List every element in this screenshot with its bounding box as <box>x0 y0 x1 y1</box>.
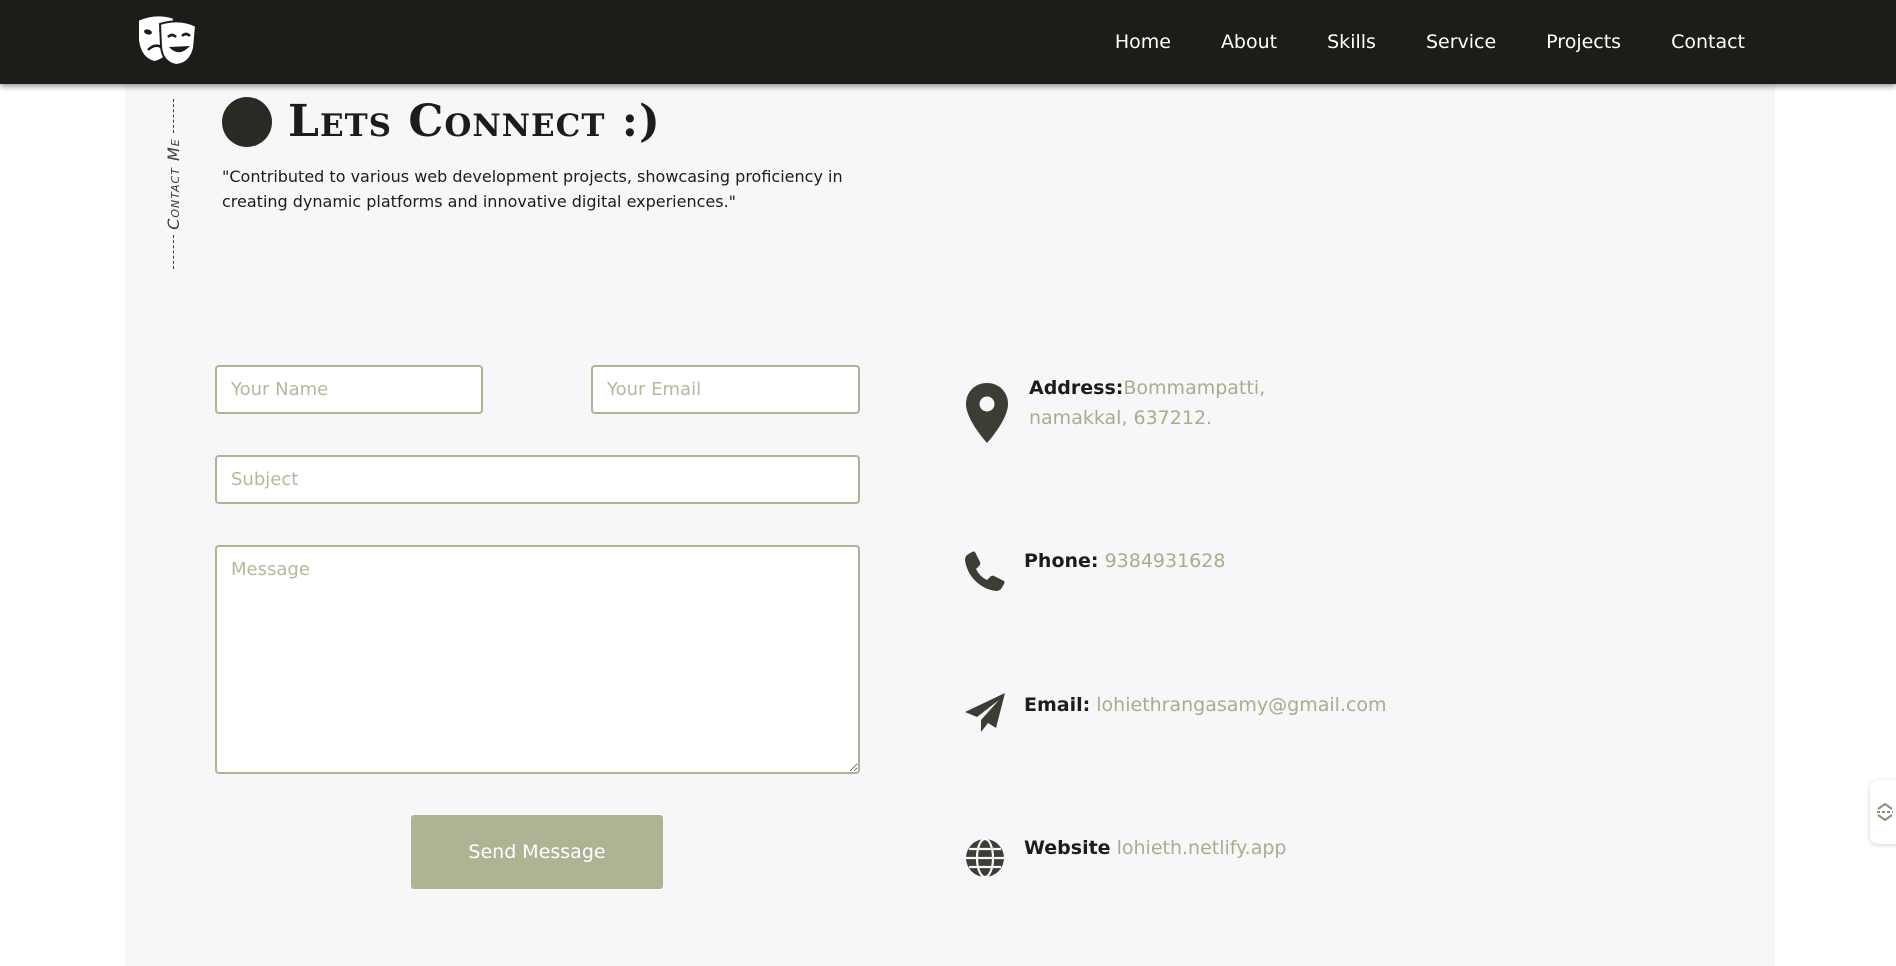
expand-arrows-icon <box>1877 802 1893 822</box>
page-title: Lets Connect :) <box>288 96 661 147</box>
phone-value[interactable]: 9384931628 <box>1105 550 1226 572</box>
section-heading: Lets Connect :) <box>222 96 661 147</box>
nav-skills-link[interactable]: Skills <box>1327 31 1376 53</box>
globe-icon <box>964 837 1006 879</box>
email-value-link[interactable]: lohiethrangasamy@gmail.com <box>1096 694 1386 716</box>
nav-contact-link[interactable]: Contact <box>1671 31 1745 53</box>
send-message-button[interactable]: Send Message <box>411 815 663 889</box>
email-info: Email: lohiethrangasamy@gmail.com <box>1024 690 1387 720</box>
address-info: Address:Bommampatti, namakkal, 637212. <box>1029 373 1289 433</box>
map-pin-icon <box>964 382 1010 444</box>
section-vertical-label: Contact Me <box>160 94 186 274</box>
website-info: Website lohieth.netlify.app <box>1024 833 1287 863</box>
subject-input[interactable] <box>215 455 860 504</box>
paper-plane-icon <box>964 692 1006 734</box>
nav-projects-link[interactable]: Projects <box>1546 31 1621 53</box>
side-widget-tab[interactable] <box>1870 780 1896 844</box>
phone-info: Phone: 9384931628 <box>1024 546 1225 576</box>
nav-links: Home About Skills Service Projects Conta… <box>1115 0 1745 84</box>
address-value-line1: Bommampatti, <box>1123 377 1266 399</box>
navbar: Home About Skills Service Projects Conta… <box>0 0 1896 84</box>
phone-label: Phone: <box>1024 550 1099 572</box>
address-value-line2: namakkal, 637212. <box>1029 407 1213 429</box>
address-label: Address: <box>1029 377 1124 399</box>
contact-section <box>125 84 1775 966</box>
section-quote: "Contributed to various web development … <box>222 167 843 211</box>
theatre-masks-icon[interactable] <box>134 12 200 67</box>
dash-divider <box>172 234 174 269</box>
email-label: Email: <box>1024 694 1091 716</box>
phone-icon <box>964 550 1006 592</box>
vertical-label-text: Contact Me <box>163 138 183 230</box>
heading-dot-icon <box>222 96 272 147</box>
website-value-link[interactable]: lohieth.netlify.app <box>1117 837 1287 859</box>
nav-home-link[interactable]: Home <box>1115 31 1171 53</box>
website-label: Website <box>1024 837 1111 859</box>
nav-service-link[interactable]: Service <box>1426 31 1496 53</box>
message-textarea[interactable] <box>215 545 860 774</box>
dash-divider <box>172 99 174 134</box>
email-input[interactable] <box>591 365 860 414</box>
name-input[interactable] <box>215 365 483 414</box>
nav-about-link[interactable]: About <box>1221 31 1277 53</box>
